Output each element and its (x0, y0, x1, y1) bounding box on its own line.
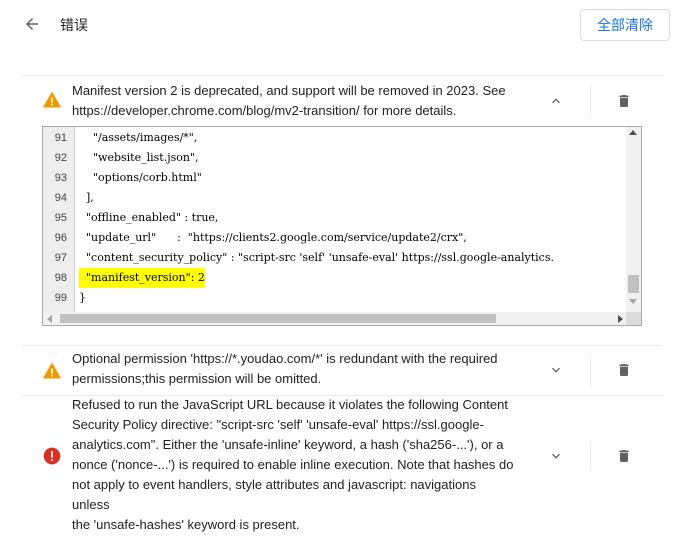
error-message-line: not apply to event handlers, style attri… (72, 477, 476, 512)
code-line: 91 "/assets/images/*", (43, 128, 627, 148)
delete-button[interactable] (612, 358, 636, 382)
chevron-up-icon (552, 98, 560, 104)
vertical-scroll-thumb[interactable] (628, 275, 639, 293)
code-line: 96 "update_url" : "https://clients2.goog… (43, 228, 627, 248)
error-message-line: nonce ('nonce-...') is required to enabl… (72, 457, 514, 472)
vertical-scrollbar[interactable] (626, 127, 641, 313)
code-text: "offline_enabled" : true, (79, 211, 219, 224)
error-message-line: Refused to run the JavaScript URL becaus… (72, 397, 508, 412)
error-item[interactable]: Refused to run the JavaScript URL becaus… (22, 395, 662, 532)
error-message: Refused to run the JavaScript URL becaus… (72, 395, 517, 535)
horizontal-scrollbar[interactable] (43, 312, 627, 325)
page-title: 错误 (60, 17, 88, 33)
code-line-highlighted: 98 "manifest_version": 2 (43, 268, 627, 288)
warning-icon (42, 361, 62, 381)
clear-all-button[interactable]: 全部清除 (580, 9, 670, 41)
code-line: 94 ], (43, 188, 627, 208)
line-number: 95 (54, 212, 67, 224)
code-line: 92 "website_list.json", (43, 148, 627, 168)
code-text: } (79, 291, 86, 304)
error-icon (42, 446, 62, 466)
code-text: "content_security_policy" : "script-src … (79, 251, 554, 264)
trash-icon (619, 450, 629, 462)
line-number: 93 (54, 172, 67, 184)
header: 错误 全部清除 (0, 0, 681, 50)
error-item[interactable]: Optional permission 'https://*.youdao.co… (22, 345, 662, 395)
chevron-down-icon (552, 453, 560, 459)
code-viewer[interactable]: 91 "/assets/images/*", 92 "website_list.… (42, 126, 642, 326)
back-button[interactable] (20, 12, 44, 36)
error-message-line: https://developer.chrome.com/blog/mv2-tr… (72, 103, 457, 118)
delete-button[interactable] (612, 89, 636, 113)
code-lines: 91 "/assets/images/*", 92 "website_list.… (43, 127, 627, 313)
horizontal-scroll-thumb[interactable] (60, 314, 496, 323)
code-text-highlighted: "manifest_version": 2 (79, 268, 205, 288)
error-message-line: analytics.com". Either the 'unsafe-inlin… (72, 437, 504, 452)
line-number: 99 (54, 292, 67, 304)
scroll-right-arrow-icon[interactable] (618, 315, 623, 323)
error-message: Optional permission 'https://*.youdao.co… (72, 349, 517, 389)
code-text: ], (79, 191, 94, 204)
line-number: 97 (54, 252, 67, 264)
scroll-down-arrow-icon[interactable] (629, 299, 637, 304)
expand-button[interactable] (544, 358, 568, 382)
trash-icon (619, 95, 629, 107)
expand-button[interactable] (544, 444, 568, 468)
collapse-button[interactable] (544, 89, 568, 113)
error-message-line: the 'unsafe-hashes' keyword is present. (72, 517, 300, 532)
arrow-back-icon (26, 18, 38, 30)
code-line: 93 "options/corb.html" (43, 168, 627, 188)
divider (590, 356, 591, 386)
error-message-line: Optional permission 'https://*.youdao.co… (72, 351, 498, 366)
line-number: 91 (54, 132, 67, 144)
line-number: 98 (54, 272, 67, 284)
code-text: "/assets/images/*", (79, 131, 198, 144)
error-message: Manifest version 2 is deprecated, and su… (72, 81, 517, 121)
code-text: "website_list.json", (79, 151, 199, 164)
delete-button[interactable] (612, 444, 636, 468)
scroll-up-arrow-icon[interactable] (629, 130, 637, 135)
code-text: "update_url" : "https://clients2.google.… (79, 231, 467, 244)
line-number: 92 (54, 152, 67, 164)
divider (590, 441, 591, 471)
error-message-line: Security Policy directive: "script-src '… (72, 417, 484, 432)
code-text: "options/corb.html" (79, 171, 202, 184)
error-message-line: permissions;this permission will be omit… (72, 371, 322, 386)
code-line: 95 "offline_enabled" : true, (43, 208, 627, 228)
error-message-line: Manifest version 2 is deprecated, and su… (72, 83, 506, 98)
line-number: 94 (54, 192, 67, 204)
error-item: Manifest version 2 is deprecated, and su… (22, 75, 662, 345)
warning-icon (42, 90, 62, 110)
chevron-down-icon (552, 367, 560, 373)
code-line: 97 "content_security_policy" : "script-s… (43, 248, 627, 268)
error-list: Manifest version 2 is deprecated, and su… (22, 75, 662, 532)
trash-icon (619, 364, 629, 376)
line-number: 96 (54, 232, 67, 244)
scroll-left-arrow-icon[interactable] (47, 315, 52, 323)
scrollbar-corner (626, 312, 641, 325)
code-line: 99} (43, 288, 627, 308)
divider (590, 86, 591, 116)
